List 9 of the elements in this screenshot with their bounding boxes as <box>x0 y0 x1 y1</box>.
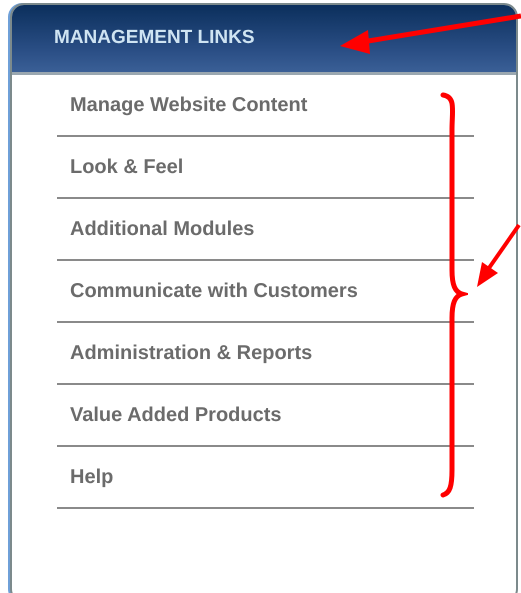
menu-link[interactable]: Communicate with Customers <box>70 276 358 306</box>
menu-link[interactable]: Look & Feel <box>70 152 184 182</box>
menu-link[interactable]: Administration & Reports <box>70 338 312 368</box>
menu-link[interactable]: Value Added Products <box>70 400 282 430</box>
panel-title: MANAGEMENT LINKS <box>54 26 255 50</box>
menu-link[interactable]: Additional Modules <box>70 214 254 244</box>
menu-link[interactable]: Manage Website Content <box>70 90 308 120</box>
menu-link[interactable]: Help <box>70 462 114 492</box>
annotation-arrow <box>477 224 521 287</box>
